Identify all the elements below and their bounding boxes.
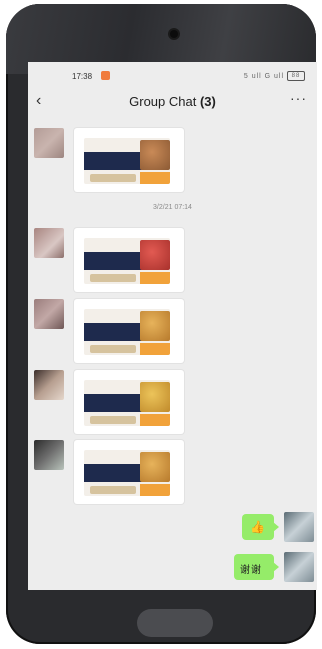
qr-code [140, 484, 170, 496]
price-strip [90, 274, 136, 282]
thumbs-up-icon: 👍 [250, 520, 265, 534]
qr-code [140, 343, 170, 355]
avatar[interactable] [284, 552, 314, 582]
poster-band [84, 464, 142, 482]
image-thumbnail [84, 309, 170, 355]
avatar[interactable] [34, 370, 64, 400]
price-strip [90, 345, 136, 353]
image-thumbnail [84, 238, 170, 284]
phone-frame: 17:38 5 ull G ull 88 ‹ Group Chat (3) ··… [6, 4, 317, 644]
food-photo [140, 140, 170, 170]
qr-code [140, 272, 170, 284]
food-photo [140, 382, 170, 412]
avatar[interactable] [284, 512, 314, 542]
shared-image-message[interactable] [74, 370, 184, 434]
status-indicators: 5 ull G ull 88 [244, 71, 305, 81]
chat-header: ‹ Group Chat (3) ··· [28, 90, 317, 114]
food-photo [140, 240, 170, 270]
shared-image-message[interactable] [74, 128, 184, 192]
image-thumbnail [84, 138, 170, 184]
timestamp: 3/2/21 07:14 [153, 204, 192, 211]
home-button[interactable] [137, 609, 213, 637]
more-dots-icon[interactable]: ··· [290, 90, 307, 106]
food-photo [140, 311, 170, 341]
avatar[interactable] [34, 440, 64, 470]
qr-code [140, 414, 170, 426]
status-time: 17:38 [72, 72, 93, 81]
front-camera [170, 30, 178, 38]
price-strip [90, 486, 136, 494]
poster-band [84, 394, 142, 412]
shared-image-message[interactable] [74, 228, 184, 292]
avatar[interactable] [34, 128, 64, 158]
price-strip [90, 174, 136, 182]
image-thumbnail [84, 450, 170, 496]
avatar[interactable] [34, 228, 64, 258]
page-title: Group Chat (3) [28, 94, 317, 109]
chat-screen: 17:38 5 ull G ull 88 ‹ Group Chat (3) ··… [28, 62, 317, 590]
sent-text-bubble[interactable]: 谢谢 [234, 554, 279, 580]
poster-band [84, 152, 142, 170]
qr-code [140, 172, 170, 184]
member-count: (3) [199, 94, 216, 109]
battery-icon: 88 [287, 71, 305, 81]
message-text: 谢谢 [240, 565, 262, 576]
shared-image-message[interactable] [74, 440, 184, 504]
poster-band [84, 252, 142, 270]
poster-band [84, 323, 142, 341]
notification-icon [101, 71, 110, 80]
chat-title: Group Chat [129, 94, 197, 109]
food-photo [140, 452, 170, 482]
price-strip [90, 416, 136, 424]
image-thumbnail [84, 380, 170, 426]
signal-icon: 5 ull G ull [243, 72, 285, 80]
sent-emoji-bubble[interactable]: 👍 [242, 514, 279, 540]
avatar[interactable] [34, 299, 64, 329]
status-bar: 17:38 5 ull G ull 88 [28, 62, 317, 88]
shared-image-message[interactable] [74, 299, 184, 363]
